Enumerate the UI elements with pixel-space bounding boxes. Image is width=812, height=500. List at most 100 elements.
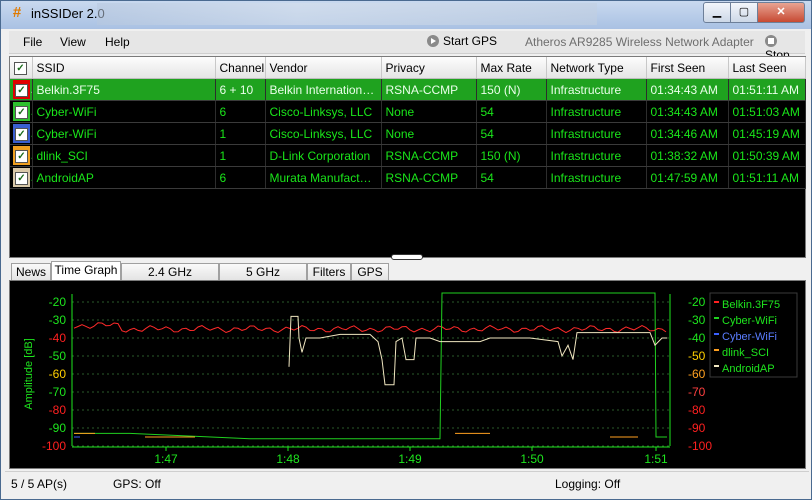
column-last-seen[interactable]: Last Seen xyxy=(728,57,806,79)
cell-ssid: dlink_SCI xyxy=(32,144,216,167)
y-tick-label-left: -50 xyxy=(49,349,67,363)
y-tick-label-right: -70 xyxy=(688,385,706,399)
cell-network-type: Infrastructure xyxy=(546,144,647,167)
check-icon: ✓ xyxy=(15,106,28,119)
tab-filters[interactable]: Filters xyxy=(307,263,351,281)
row-checkbox[interactable]: ✓ xyxy=(10,166,33,189)
cell-channel: 1 xyxy=(215,122,266,145)
cell-last-seen: 01:50:39 AM xyxy=(728,144,806,167)
menu-file[interactable]: File xyxy=(23,35,42,49)
cell-last-seen: 01:51:11 AM xyxy=(728,166,806,189)
gps-status: GPS: Off xyxy=(113,477,161,491)
y-tick-label-left: -70 xyxy=(49,385,67,399)
logging-status: Logging: Off xyxy=(555,477,621,491)
column-privacy[interactable]: Privacy xyxy=(381,57,477,79)
splitter-handle[interactable] xyxy=(391,254,423,260)
minimize-button[interactable]: ▁ xyxy=(703,2,731,23)
menu-view[interactable]: View xyxy=(60,35,86,49)
column-channel[interactable]: Channel xyxy=(215,57,266,79)
y-tick-label-left: -90 xyxy=(49,421,67,435)
cell-vendor: Murata Manufacturin... xyxy=(265,166,382,189)
table-row[interactable]: ✓ Belkin.3F75 6 + 10 Belkin International, … xyxy=(10,78,806,101)
y-tick-label-right: -90 xyxy=(688,421,706,435)
table-row[interactable]: ✓ Cyber-WiFi 1 Cisco-Linksys, LLC None 54 Infr… xyxy=(10,122,806,145)
column-max-rate[interactable]: Max Rate xyxy=(476,57,547,79)
y-tick-label-right: -60 xyxy=(688,367,706,381)
column-network-type[interactable]: Network Type xyxy=(546,57,647,79)
y-tick-label-right: -50 xyxy=(688,349,706,363)
y-tick-label-left: -100 xyxy=(42,439,66,453)
x-tick-label: 1:50 xyxy=(520,452,544,466)
cell-ssid: Cyber-WiFi xyxy=(32,100,216,123)
cell-max-rate: 54 xyxy=(476,100,547,123)
y-tick-label-left: -60 xyxy=(49,367,67,381)
close-button[interactable]: ✕ xyxy=(757,2,805,23)
y-tick-label-right: -80 xyxy=(688,403,706,417)
row-checkbox[interactable]: ✓ xyxy=(10,78,33,101)
series-belkin-3f75 xyxy=(73,322,667,334)
cell-last-seen: 01:51:03 AM xyxy=(728,100,806,123)
ap-count: 5 / 5 AP(s) xyxy=(11,477,68,491)
tab-24ghz-channels[interactable]: 2.4 GHz Channels xyxy=(121,263,219,296)
cell-ssid: AndroidAP xyxy=(32,166,216,189)
menu-help[interactable]: Help xyxy=(105,35,130,49)
y-tick-label-left: -20 xyxy=(49,295,67,309)
row-checkbox[interactable]: ✓ xyxy=(10,144,33,167)
legend-item: Cyber-WiFi xyxy=(722,331,777,343)
start-gps-button[interactable]: Start GPS xyxy=(427,34,497,48)
legend-item: Cyber-WiFi xyxy=(722,315,777,327)
cell-privacy: None xyxy=(381,122,477,145)
cell-last-seen: 01:45:19 AM xyxy=(728,122,806,145)
legend-swatch xyxy=(714,349,719,351)
cell-network-type: Infrastructure xyxy=(546,78,647,101)
y-tick-label-left: -80 xyxy=(49,403,67,417)
cell-channel: 6 xyxy=(215,166,266,189)
menu-bar: File View Help Start GPS Atheros AR9285 … xyxy=(9,31,805,62)
tab-news[interactable]: News xyxy=(11,263,51,281)
legend-item: dlink_SCI xyxy=(722,347,769,359)
column-ssid[interactable]: SSID xyxy=(32,57,216,79)
time-graph-panel: -20 -20 -30 -30 -40 -40 -50 -50 -60 -60 -70 -70 -80 -… xyxy=(9,280,806,469)
adapter-selector[interactable]: Atheros AR9285 Wireless Network Adapter xyxy=(525,35,754,49)
row-checkbox[interactable]: ✓ xyxy=(10,122,33,145)
table-header: ✓ SSID Channel Vendor Privacy Max Rate N… xyxy=(10,57,806,79)
cell-max-rate: 150 (N) xyxy=(476,78,547,101)
legend-swatch xyxy=(714,333,719,335)
y-tick-label-left: -40 xyxy=(49,331,67,345)
select-all-checkbox[interactable]: ✓ xyxy=(10,57,33,79)
cell-vendor: D-Link Corporation xyxy=(265,144,382,167)
table-row[interactable]: ✓ AndroidAP 6 Murata Manufacturin... RSNA-CC… xyxy=(10,166,806,189)
cell-privacy: RSNA-CCMP xyxy=(381,78,477,101)
cell-first-seen: 01:47:59 AM xyxy=(646,166,729,189)
column-first-seen[interactable]: First Seen xyxy=(646,57,729,79)
tab-time-graph[interactable]: Time Graph xyxy=(51,261,121,282)
cell-first-seen: 01:38:32 AM xyxy=(646,144,729,167)
window-title: inSSIDer 2.0 xyxy=(31,6,105,21)
table-row[interactable]: ✓ dlink_SCI 1 D-Link Corporation RSNA-CCMP 15… xyxy=(10,144,806,167)
column-vendor[interactable]: Vendor xyxy=(265,57,382,79)
start-gps-label: Start GPS xyxy=(443,34,498,48)
tab-5ghz-channels[interactable]: 5 GHz Channels xyxy=(219,263,307,296)
row-checkbox[interactable]: ✓ xyxy=(10,100,33,123)
table-row[interactable]: ✓ Cyber-WiFi 6 Cisco-Linksys, LLC None 54 Infr… xyxy=(10,100,806,123)
play-icon xyxy=(427,35,439,47)
cell-privacy: RSNA-CCMP xyxy=(381,166,477,189)
cell-last-seen: 01:51:11 AM xyxy=(728,78,806,101)
title-bar: # inSSIDer 2.0 ▁ ▢ ✕ xyxy=(1,1,811,29)
cell-vendor: Cisco-Linksys, LLC xyxy=(265,100,382,123)
app-window: # inSSIDer 2.0 ▁ ▢ ✕ File View Help Star… xyxy=(0,0,812,500)
y-tick-label-right: -30 xyxy=(688,313,706,327)
cell-first-seen: 01:34:43 AM xyxy=(646,100,729,123)
x-tick-label: 1:51 xyxy=(644,452,668,466)
check-icon: ✓ xyxy=(15,150,28,163)
cell-max-rate: 150 (N) xyxy=(476,144,547,167)
y-tick-label-right: -40 xyxy=(688,331,706,345)
cell-network-type: Infrastructure xyxy=(546,166,647,189)
tab-gps[interactable]: GPS xyxy=(351,263,389,281)
cell-ssid: Belkin.3F75 xyxy=(32,78,216,101)
time-graph: -20 -20 -30 -30 -40 -40 -50 -50 -60 -60 -70 -70 -80 -… xyxy=(23,292,798,466)
legend-swatch xyxy=(714,317,719,319)
cell-max-rate: 54 xyxy=(476,122,547,145)
maximize-button[interactable]: ▢ xyxy=(730,2,758,23)
check-icon: ✓ xyxy=(15,172,28,185)
